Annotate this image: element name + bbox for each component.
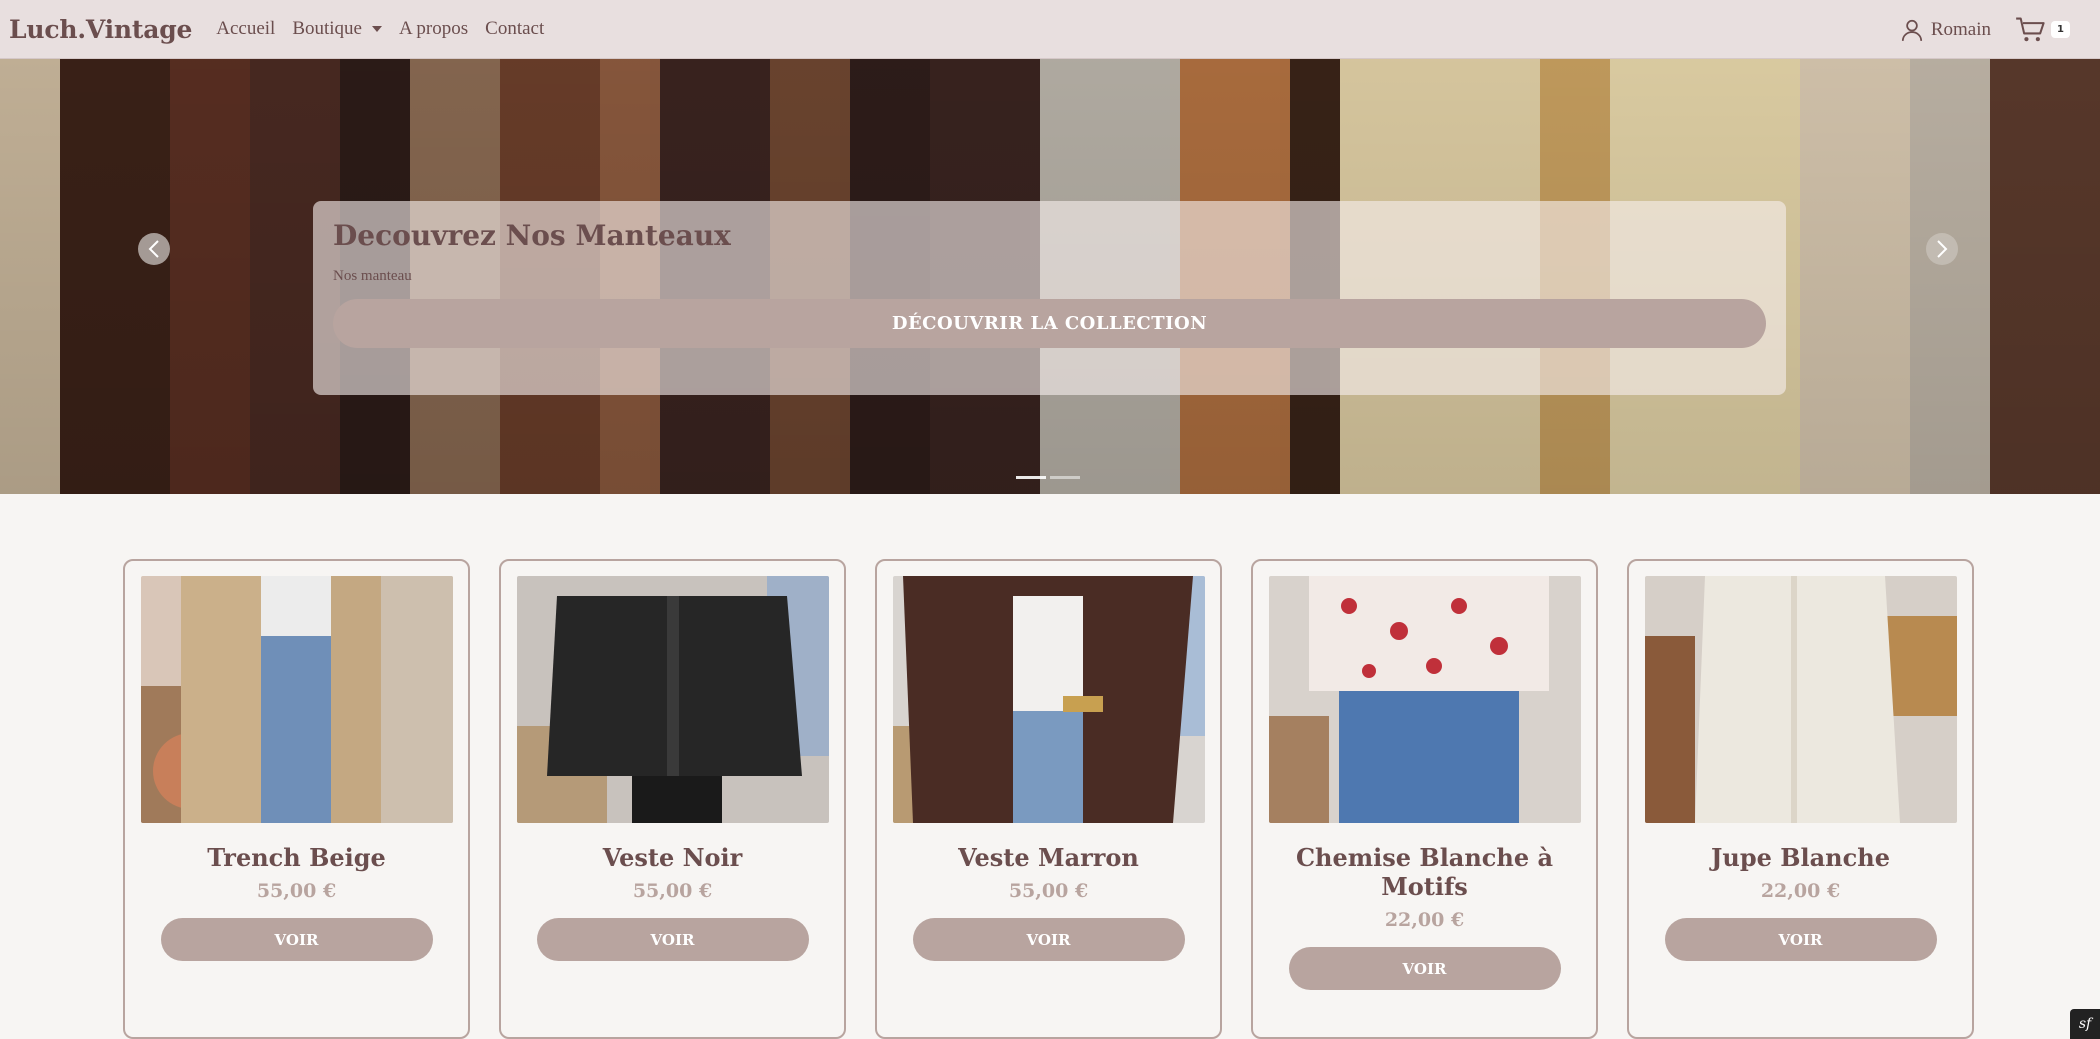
hero-carousel: Decouvrez Nos Manteaux Nos manteau DÉCOU… bbox=[0, 59, 2100, 494]
jupe-blanche-photo bbox=[1644, 576, 1957, 823]
product-card: Veste Noir 55,00 € VOIR bbox=[499, 559, 846, 1039]
product-card: Veste Marron 55,00 € VOIR bbox=[875, 559, 1222, 1039]
product-card: Jupe Blanche 22,00 € VOIR bbox=[1627, 559, 1974, 1039]
dropdown-caret-icon bbox=[371, 26, 382, 32]
nav-link-accueil[interactable]: Accueil bbox=[216, 18, 275, 40]
view-product-button[interactable]: VOIR bbox=[912, 918, 1185, 961]
product-price: 22,00 € bbox=[1760, 880, 1841, 902]
product-image[interactable] bbox=[1268, 576, 1581, 823]
nav-links: Accueil Boutique A propos Contact bbox=[216, 18, 544, 40]
carousel-title: Decouvrez Nos Manteaux bbox=[333, 219, 731, 252]
product-price: 55,00 € bbox=[256, 880, 337, 902]
product-price: 55,00 € bbox=[632, 880, 713, 902]
product-name: Veste Marron bbox=[958, 843, 1139, 872]
trench-beige-photo bbox=[140, 576, 453, 823]
carousel-indicator-2[interactable] bbox=[1050, 476, 1080, 479]
carousel-next-button[interactable] bbox=[1926, 233, 1958, 265]
cart-button[interactable]: 1 bbox=[2015, 16, 2070, 44]
product-image[interactable] bbox=[516, 576, 829, 823]
nav-link-boutique-label: Boutique bbox=[292, 18, 362, 39]
carousel-indicators bbox=[1016, 476, 1080, 479]
brand-logo[interactable]: Luch.Vintage bbox=[9, 15, 192, 44]
top-navbar: Luch.Vintage Accueil Boutique A propos C… bbox=[0, 0, 2100, 59]
view-product-button[interactable]: VOIR bbox=[1288, 947, 1561, 990]
view-product-button[interactable]: VOIR bbox=[536, 918, 809, 961]
product-name: Chemise Blanche à Motifs bbox=[1295, 843, 1554, 901]
chevron-right-icon bbox=[1937, 240, 1948, 258]
nav-link-contact[interactable]: Contact bbox=[485, 18, 544, 40]
product-card: Trench Beige 55,00 € VOIR bbox=[123, 559, 470, 1039]
veste-marron-photo bbox=[892, 576, 1205, 823]
product-name: Trench Beige bbox=[207, 843, 386, 872]
user-account-link[interactable]: Romain bbox=[1899, 17, 1991, 43]
carousel-prev-button[interactable] bbox=[138, 233, 170, 265]
user-icon bbox=[1901, 19, 1922, 41]
cart-count-badge: 1 bbox=[2051, 21, 2070, 38]
view-product-button[interactable]: VOIR bbox=[1664, 918, 1937, 961]
nav-link-a-propos[interactable]: A propos bbox=[399, 18, 468, 40]
nav-link-boutique[interactable]: Boutique bbox=[292, 18, 382, 40]
cart-icon bbox=[2016, 17, 2045, 41]
chevron-left-icon bbox=[148, 240, 159, 258]
chemise-blanche-photo bbox=[1268, 576, 1581, 823]
discover-collection-button[interactable]: DÉCOUVRIR LA COLLECTION bbox=[333, 299, 1766, 348]
product-grid: Trench Beige 55,00 € VOIR Veste Noir 55,… bbox=[123, 559, 1974, 1039]
product-price: 55,00 € bbox=[1008, 880, 1089, 902]
product-card: Chemise Blanche à Motifs 22,00 € VOIR bbox=[1251, 559, 1598, 1039]
carousel-caption: Decouvrez Nos Manteaux Nos manteau DÉCOU… bbox=[313, 201, 1786, 395]
product-image[interactable] bbox=[1644, 576, 1957, 823]
carousel-indicator-1[interactable] bbox=[1016, 476, 1046, 479]
product-image[interactable] bbox=[892, 576, 1205, 823]
product-price: 22,00 € bbox=[1384, 909, 1465, 931]
view-product-button[interactable]: VOIR bbox=[160, 918, 433, 961]
product-name: Jupe Blanche bbox=[1711, 843, 1890, 872]
product-image[interactable] bbox=[140, 576, 453, 823]
nav-right: Romain 1 bbox=[1899, 0, 2070, 59]
user-name: Romain bbox=[1930, 18, 1992, 40]
carousel-subtitle: Nos manteau bbox=[333, 268, 412, 284]
symfony-debug-toolbar-icon[interactable]: sf bbox=[2070, 1009, 2100, 1039]
veste-noir-photo bbox=[516, 576, 829, 823]
product-name: Veste Noir bbox=[602, 843, 743, 872]
